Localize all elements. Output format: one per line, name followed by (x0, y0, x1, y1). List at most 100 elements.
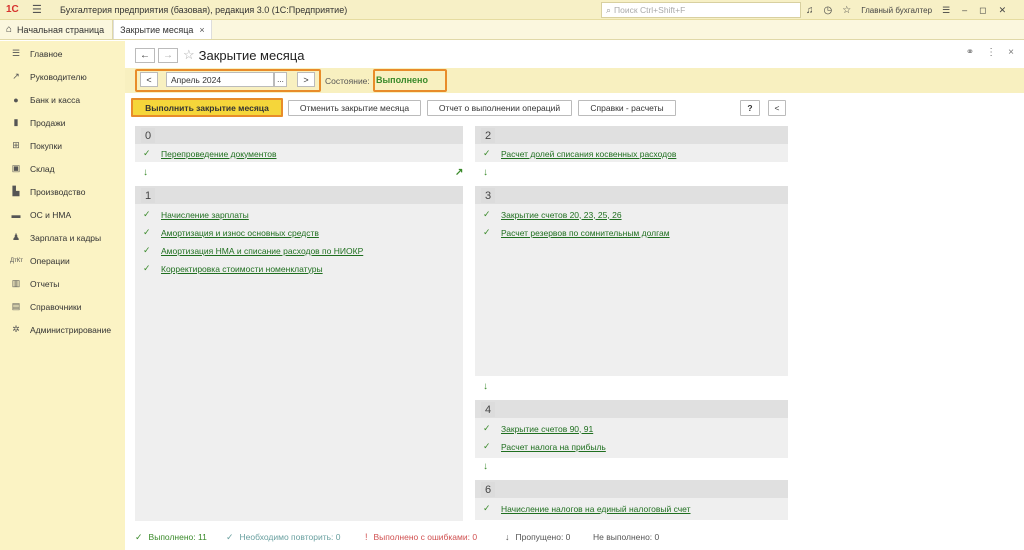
operation-link[interactable]: Начисление налогов на единый налоговый с… (501, 504, 691, 514)
check-icon: ✓ (483, 441, 491, 451)
prev-period-button[interactable]: < (140, 72, 158, 87)
run-month-close-button[interactable]: Выполнить закрытие месяца (131, 98, 283, 117)
period-select-button[interactable]: ... (274, 72, 287, 87)
operation-item: ✓ Расчет налога на прибыль (483, 441, 606, 452)
operation-link[interactable]: Расчет налога на прибыль (501, 442, 606, 452)
favorites-star-icon[interactable]: ☆ (842, 5, 851, 16)
gear-icon: ✲ (12, 324, 20, 334)
status-repeat: ✓ Необходимо повторить: 0 (226, 531, 341, 543)
stage-number: 4 (481, 402, 495, 417)
box-icon: ▣ (11, 163, 21, 173)
sidebar-item-references[interactable]: ▤ Справочники (0, 295, 125, 318)
help-button[interactable]: ? (740, 100, 760, 116)
sidebar-item-label: Администрирование (30, 324, 112, 335)
search-input[interactable]: ⌕ Поиск Ctrl+Shift+F (601, 2, 801, 18)
history-icon[interactable]: ◷ (824, 5, 833, 16)
stage-number: 6 (481, 482, 495, 497)
minimize-icon[interactable]: – (962, 5, 967, 15)
check-icon: ✓ (483, 227, 491, 237)
favorite-star-icon[interactable]: ☆ (183, 47, 195, 63)
operation-link[interactable]: Расчет долей списания косвенных расходов (501, 149, 676, 159)
operation-item: ✓ Начисление налогов на единый налоговый … (483, 503, 691, 514)
operation-link[interactable]: Расчет резервов по сомнительным долгам (501, 228, 670, 238)
sidebar-item-purchases[interactable]: ⊞ Покупки (0, 134, 125, 157)
window-close-icon[interactable]: × (1008, 47, 1014, 58)
sidebar-item-operations[interactable]: ДтКт Операции (0, 249, 125, 272)
sidebar-item-main[interactable]: ☰ Главное (0, 42, 125, 65)
operation-item: ✓ Закрытие счетов 90, 91 (483, 423, 593, 434)
operation-item: ✓ Перепроведение документов (143, 148, 277, 159)
operation-item: ✓ Корректировка стоимости номенклатуры (143, 263, 323, 274)
tab-home[interactable]: ⌂ Начальная страница (0, 20, 114, 39)
app-logo: 1С (6, 4, 19, 15)
user-name[interactable]: Главный бухгалтер (861, 6, 932, 15)
search-icon: ⌕ (606, 4, 612, 15)
status-not-done: Не выполнено: 0 (593, 532, 660, 542)
close-icon[interactable]: ✕ (999, 5, 1007, 16)
status-errors: ! Выполнено с ошибками: 0 (365, 532, 478, 542)
operation-item: ✓ Закрытие счетов 20, 23, 25, 26 (483, 209, 622, 220)
sidebar-item-admin[interactable]: ✲ Администрирование (0, 318, 125, 341)
operations-report-button[interactable]: Отчет о выполнении операций (427, 100, 572, 116)
next-period-button[interactable]: > (297, 72, 315, 87)
forward-button[interactable]: → (158, 47, 178, 63)
sidebar-item-label: Справочники (30, 301, 82, 312)
state-label: Состояние: (325, 76, 370, 86)
arrow-diagonal-icon: ↗ (455, 167, 464, 178)
calculations-button[interactable]: Справки - расчеты (578, 100, 676, 116)
sidebar-item-label: Руководителю (30, 71, 87, 82)
search-placeholder: Поиск Ctrl+Shift+F (614, 5, 686, 15)
operation-link[interactable]: Корректировка стоимости номенклатуры (161, 264, 323, 274)
arrow-down-icon: ↓ (143, 167, 148, 178)
status-done: ✓ Выполнено: 11 (135, 531, 207, 543)
truck-icon: ▬ (11, 209, 21, 220)
coin-icon: ● (13, 94, 19, 105)
cancel-month-close-button[interactable]: Отменить закрытие месяца (288, 100, 421, 116)
check-icon: ✓ (143, 263, 151, 273)
tab-active-label: Закрытие месяца (120, 24, 194, 35)
link-icon[interactable]: ⚭ (966, 47, 974, 58)
sidebar-item-production[interactable]: ▙ Производство (0, 180, 125, 203)
back-button[interactable]: ← (135, 47, 155, 63)
collapse-button[interactable]: < (768, 100, 786, 116)
operation-item: ✓ Расчет резервов по сомнительным долгам (483, 227, 670, 238)
period-field[interactable]: Апрель 2024 (166, 72, 274, 87)
operation-link[interactable]: Перепроведение документов (161, 149, 277, 159)
warning-icon: ! (365, 532, 368, 542)
sidebar-item-reports[interactable]: ▥ Отчеты (0, 272, 125, 295)
stage-number: 0 (141, 128, 155, 143)
arrow-down-icon: ↓ (505, 532, 510, 542)
tab-month-close[interactable]: Закрытие месяца × (113, 20, 212, 39)
operation-item: ✓ Амортизация НМА и списание расходов по … (143, 245, 363, 256)
sidebar-item-label: Склад (30, 163, 55, 174)
tab-close-icon[interactable]: × (199, 25, 204, 35)
check-icon: ✓ (135, 531, 143, 542)
more-icon[interactable]: ⋮ (986, 47, 996, 58)
settings-icon[interactable]: ☰ (942, 5, 950, 16)
stage-panel-0: 0 ✓ Перепроведение документов (135, 126, 463, 162)
bell-icon[interactable]: ♫ (806, 5, 814, 16)
sidebar-item-label: Операции (30, 255, 70, 266)
sidebar-item-label: ОС и НМА (30, 209, 72, 220)
sidebar-item-salary[interactable]: ♟ Зарплата и кадры (0, 226, 125, 249)
menu-icon[interactable]: ☰ (32, 3, 46, 16)
status-bar: ✓ Выполнено: 11 ✓ Необходимо повторить: 0 … (125, 527, 1024, 547)
sidebar-item-assets[interactable]: ▬ ОС и НМА (0, 203, 125, 226)
check-icon: ✓ (483, 148, 491, 158)
stage-number: 2 (481, 128, 495, 143)
sidebar-item-label: Банк и касса (30, 94, 81, 105)
sidebar-item-bank[interactable]: ● Банк и касса (0, 88, 125, 111)
trend-icon: ↗ (12, 71, 20, 81)
operation-link[interactable]: Закрытие счетов 90, 91 (501, 424, 593, 434)
check-icon: ✓ (143, 148, 151, 158)
maximize-icon[interactable]: ◻ (979, 5, 986, 16)
cart-icon: ⊞ (12, 140, 20, 150)
operation-link[interactable]: Амортизация НМА и списание расходов по Н… (161, 246, 363, 256)
operation-link[interactable]: Начисление зарплаты (161, 210, 249, 220)
operation-link[interactable]: Закрытие счетов 20, 23, 25, 26 (501, 210, 622, 220)
sidebar-item-warehouse[interactable]: ▣ Склад (0, 157, 125, 180)
operation-link[interactable]: Амортизация и износ основных средств (161, 228, 319, 238)
sidebar-item-director[interactable]: ↗ Руководителю (0, 65, 125, 88)
sidebar-item-sales[interactable]: ▮ Продажи (0, 111, 125, 134)
sidebar-item-label: Продажи (30, 117, 66, 128)
